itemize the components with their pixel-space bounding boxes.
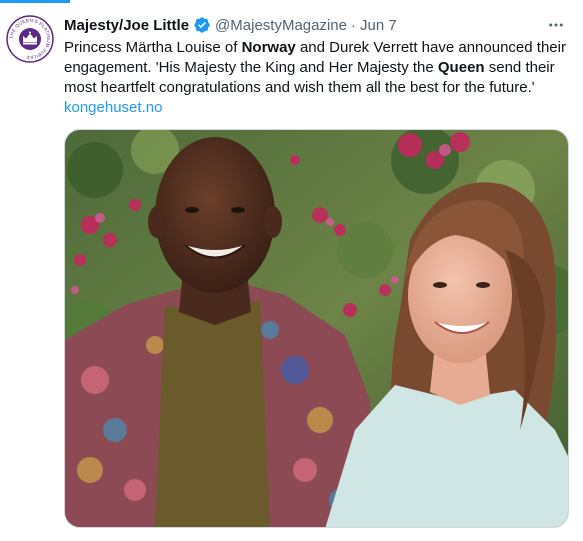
tweet-text: Princess Märtha Louise of Norway and Dur…: [64, 39, 566, 116]
hashtag-norway: Norway: [241, 39, 296, 56]
tweet-header: Majesty/Joe Little @MajestyMagazine · Ju…: [64, 14, 569, 36]
engagement-photo: [65, 130, 568, 527]
author-handle[interactable]: @MajestyMagazine: [215, 17, 347, 34]
more-options-icon[interactable]: [543, 14, 569, 36]
verified-badge-icon: [193, 16, 211, 34]
tweet-photo[interactable]: [64, 129, 569, 528]
jubilee-emblem-icon: THE QUEEN'S PLATINUM JUBILEE: [6, 15, 54, 63]
tweet[interactable]: THE QUEEN'S PLATINUM JUBILEE Majesty/Joe…: [0, 0, 583, 541]
tweet-link[interactable]: kongehuset.no: [64, 99, 162, 116]
avatar[interactable]: THE QUEEN'S PLATINUM JUBILEE: [6, 15, 54, 63]
hashtag-queen: Queen: [437, 59, 485, 76]
tweet-date[interactable]: Jun 7: [360, 17, 397, 34]
author-name[interactable]: Majesty/Joe Little: [64, 17, 189, 34]
separator-dot: ·: [351, 16, 356, 34]
